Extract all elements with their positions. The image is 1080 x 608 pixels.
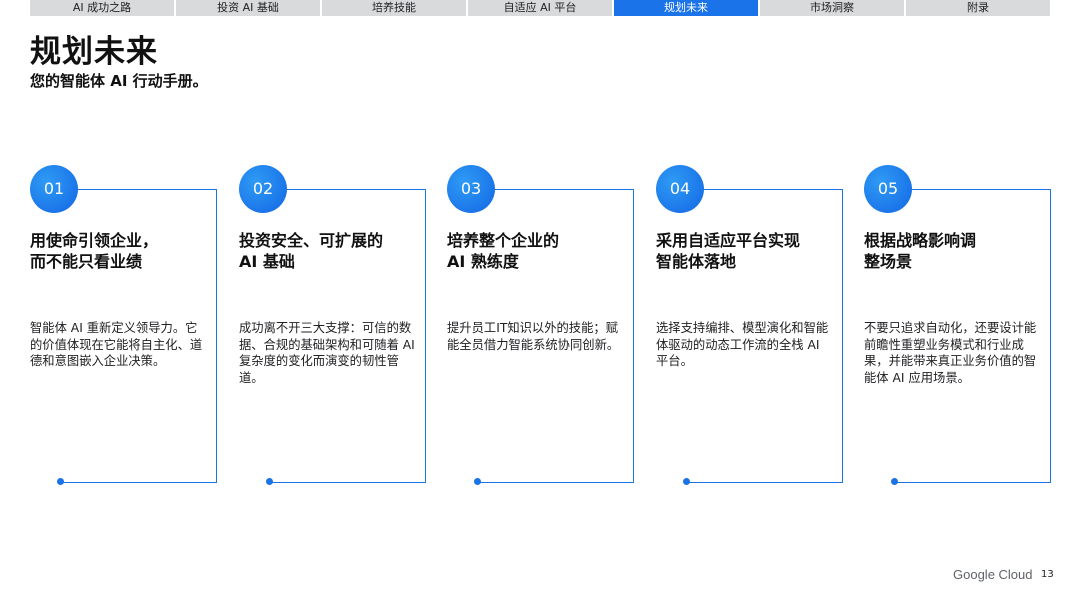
frame-end-dot	[891, 478, 898, 485]
page-subtitle: 您的智能体 AI 行动手册。	[30, 72, 208, 90]
card-heading: 根据战略影响调 整场景	[864, 231, 977, 271]
step-number-badge: 05	[864, 165, 912, 213]
frame-end-dot	[474, 478, 481, 485]
card-heading: 投资安全、可扩展的 AI 基础	[239, 231, 384, 271]
card-heading: 培养整个企业的 AI 熟练度	[447, 231, 560, 271]
section-nav: AI 成功之路 投资 AI 基础 培养技能 自适应 AI 平台 规划未来 市场洞…	[30, 0, 1050, 16]
tab-invest-ai-foundation[interactable]: 投资 AI 基础	[176, 0, 320, 16]
frame-end-dot	[266, 478, 273, 485]
google-cloud-logo: Google Cloud	[953, 567, 1033, 582]
step-card-3: 03 培养整个企业的 AI 熟练度 提升员工IT知识以外的技能；赋能全员借力智能…	[447, 165, 637, 485]
tab-appendix[interactable]: 附录	[906, 0, 1050, 16]
page-title: 规划未来	[30, 34, 158, 70]
tab-adaptive-ai-platform[interactable]: 自适应 AI 平台	[468, 0, 612, 16]
step-card-2: 02 投资安全、可扩展的 AI 基础 成功离不开三大支撑：可信的数据、合规的基础…	[239, 165, 429, 485]
card-body: 智能体 AI 重新定义领导力。它的价值体现在它能将自主化、道德和意图嵌入企业决策…	[30, 321, 203, 368]
step-card-1: 01 用使命引领企业， 而不能只看业绩 智能体 AI 重新定义领导力。它的价值体…	[30, 165, 220, 485]
frame-end-dot	[683, 478, 690, 485]
card-body: 选择支持编排、模型演化和智能体驱动的动态工作流的全栈 AI 平台。	[656, 321, 829, 368]
card-body: 不要只追求自动化，还要设计能前瞻性重塑业务模式和行业成果，并能带来真正业务价值的…	[864, 321, 1037, 385]
step-number-badge: 02	[239, 165, 287, 213]
step-number-badge: 04	[656, 165, 704, 213]
step-number-badge: 03	[447, 165, 495, 213]
tab-ai-success-path[interactable]: AI 成功之路	[30, 0, 174, 16]
step-card-5: 05 根据战略影响调 整场景 不要只追求自动化，还要设计能前瞻性重塑业务模式和行…	[864, 165, 1054, 485]
tab-build-skills[interactable]: 培养技能	[322, 0, 466, 16]
frame-end-dot	[57, 478, 64, 485]
page-number: 13	[1041, 569, 1054, 580]
step-card-4: 04 采用自适应平台实现 智能体落地 选择支持编排、模型演化和智能体驱动的动态工…	[656, 165, 846, 485]
card-heading: 用使命引领企业， 而不能只看业绩	[30, 231, 159, 271]
step-number-badge: 01	[30, 165, 78, 213]
card-body: 提升员工IT知识以外的技能；赋能全员借力智能系统协同创新。	[447, 321, 620, 352]
card-body: 成功离不开三大支撑：可信的数据、合规的基础架构和可随着 AI 复杂度的变化而演变…	[239, 321, 415, 385]
tab-market-insights[interactable]: 市场洞察	[760, 0, 904, 16]
card-heading: 采用自适应平台实现 智能体落地	[656, 231, 801, 271]
tab-plan-future[interactable]: 规划未来	[614, 0, 758, 16]
